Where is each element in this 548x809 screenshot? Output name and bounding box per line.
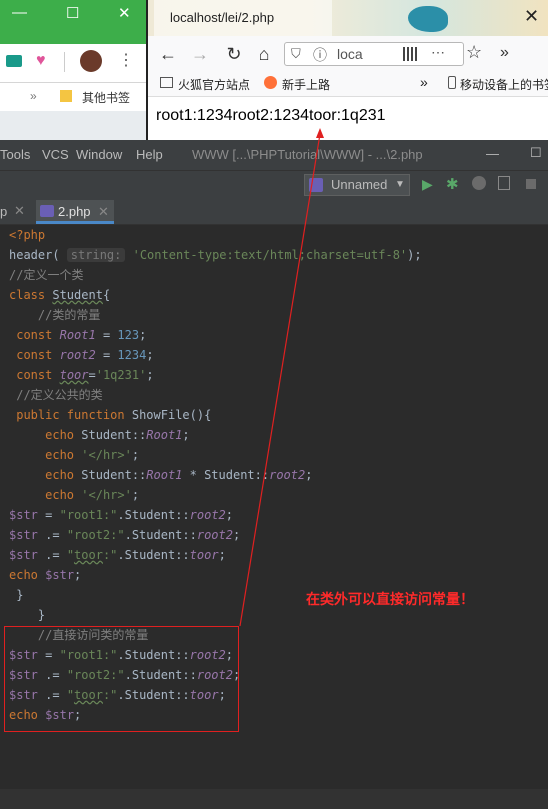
annotation-box: [4, 626, 239, 732]
annotation-arrow: [239, 128, 324, 627]
current-line-highlight: [0, 789, 548, 809]
annotation-text: 在类外可以直接访问常量！: [306, 592, 474, 608]
